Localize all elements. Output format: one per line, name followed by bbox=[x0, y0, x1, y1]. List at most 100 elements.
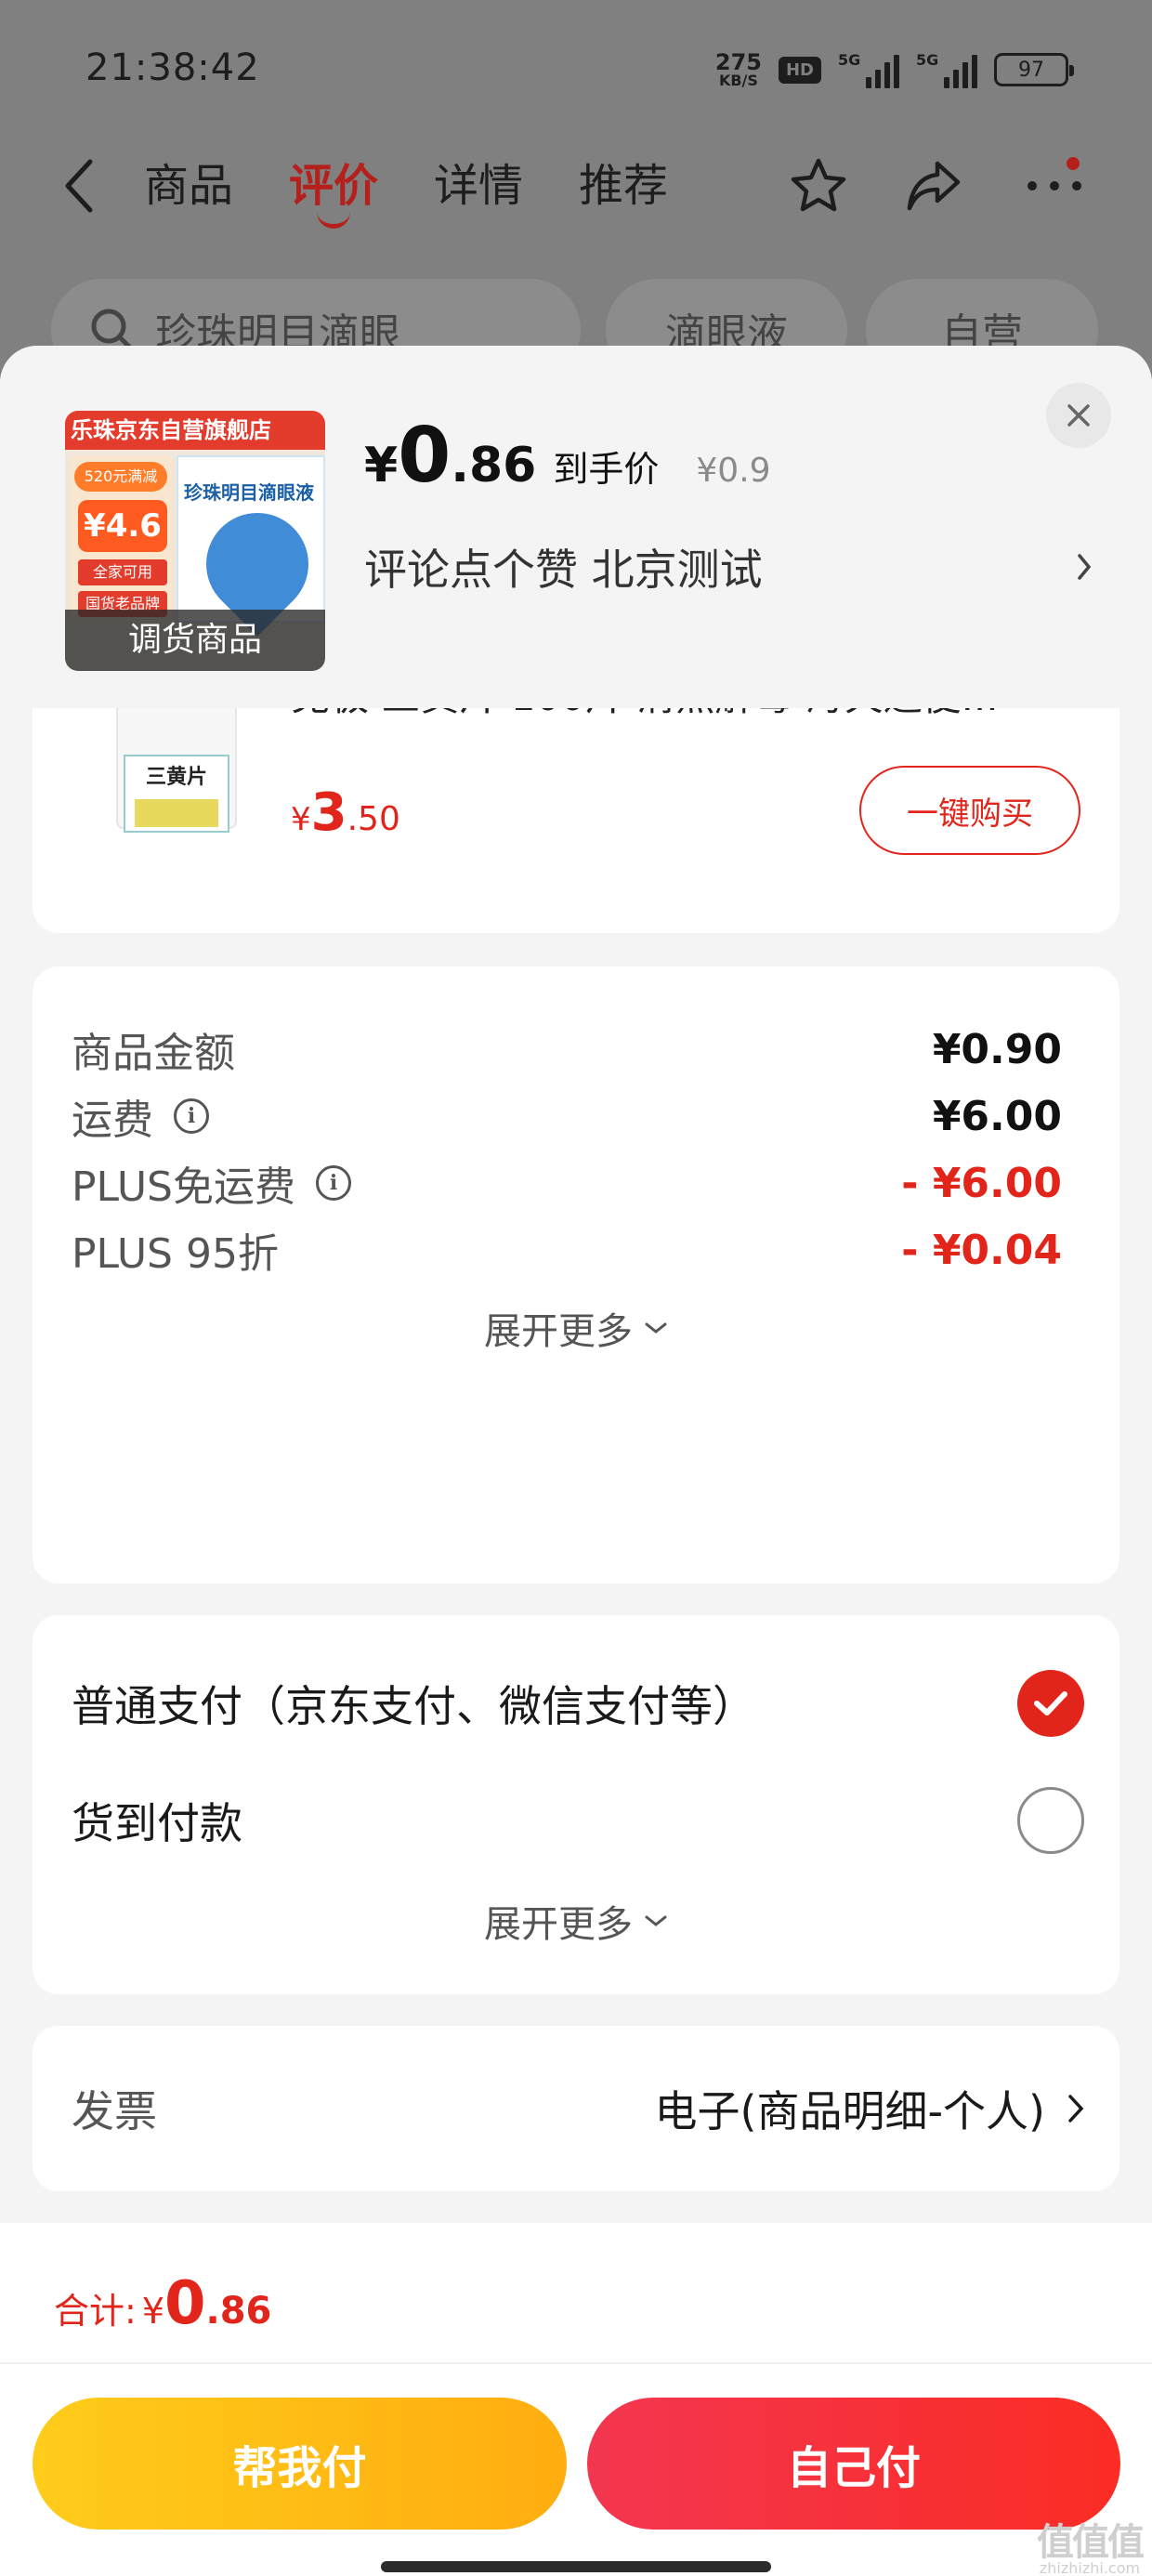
chevron-right-icon bbox=[1070, 548, 1098, 585]
amount-value: - ¥6.00 bbox=[901, 1159, 1062, 1207]
thumbnail-price: ¥4.6 bbox=[78, 500, 167, 552]
amount-row: 运费 i ¥6.00 bbox=[72, 1084, 1062, 1149]
checkout-sheet: 三黄片 免极 三黄片 100片 清热解毒 泻火通便... ¥ 3 .50 一键购… bbox=[0, 346, 1152, 2576]
product-price-dec: .50 bbox=[347, 800, 400, 838]
amount-label: 运费 i bbox=[72, 1086, 209, 1146]
share-icon[interactable] bbox=[901, 153, 966, 218]
info-icon[interactable]: i bbox=[174, 1098, 209, 1134]
total-amount: 合计: ¥ 0 .86 bbox=[54, 2269, 271, 2338]
price-symbol: ¥ bbox=[364, 438, 399, 493]
tab-product[interactable]: 商品 bbox=[144, 158, 233, 214]
chevron-down-icon bbox=[645, 1322, 667, 1334]
expand-more-button[interactable]: 展开更多 bbox=[33, 1894, 1119, 1948]
tab-recommend[interactable]: 推荐 bbox=[579, 158, 668, 214]
payment-option-label: 普通支付（京东支付、微信支付等） bbox=[72, 1681, 755, 1731]
subtitle-text: 评论点个赞 北京测试 bbox=[364, 545, 763, 595]
status-bar: 21:38:42 275 KB/S HD 5G 5G 97 bbox=[0, 0, 1152, 139]
close-icon bbox=[1067, 404, 1090, 427]
original-price: ¥0.9 bbox=[696, 452, 771, 490]
battery-icon: 97 bbox=[994, 53, 1074, 86]
star-icon[interactable] bbox=[786, 153, 851, 218]
more-icon[interactable] bbox=[1022, 153, 1087, 218]
radio-unchecked-icon[interactable] bbox=[1017, 1787, 1084, 1854]
network-speed: 275 KB/S bbox=[715, 51, 762, 88]
tab-reviews[interactable]: 评价 bbox=[289, 158, 378, 229]
product-price-int: 3 bbox=[310, 782, 347, 843]
product-image-label: 三黄片 bbox=[145, 766, 207, 789]
network-speed-unit: KB/S bbox=[718, 72, 758, 89]
amount-value: - ¥0.04 bbox=[901, 1226, 1062, 1274]
amount-row: PLUS 95折 - ¥0.04 bbox=[72, 1217, 1062, 1282]
thumbnail-box-art: 珍珠明目滴眼液 bbox=[177, 455, 325, 637]
total-label: 合计: bbox=[54, 2291, 137, 2332]
hd-icon: HD bbox=[778, 56, 821, 84]
pay-myself-button[interactable]: 自己付 bbox=[587, 2398, 1120, 2530]
payment-method-card: 普通支付（京东支付、微信支付等） 货到付款 展开更多 bbox=[33, 1615, 1119, 1994]
thumbnail-badge: 520元满减 bbox=[74, 462, 167, 492]
watermark-logo: 值值值 bbox=[1037, 2521, 1145, 2564]
product-price: ¥ 3 .50 bbox=[291, 782, 400, 843]
total-symbol: ¥ bbox=[141, 2291, 164, 2332]
watermark: 值值值 zhizhizhi.com bbox=[1037, 2521, 1145, 2576]
chevron-down-icon bbox=[645, 1915, 667, 1926]
divider bbox=[0, 2362, 1152, 2364]
help-me-pay-button[interactable]: 帮我付 bbox=[33, 2398, 567, 2530]
status-icons: 275 KB/S HD 5G 5G 97 bbox=[715, 46, 1074, 93]
thumbnail-tag: 全家可用 bbox=[78, 559, 167, 585]
payment-option-label: 货到付款 bbox=[72, 1798, 242, 1848]
subtitle-row[interactable]: 评论点个赞 北京测试 bbox=[364, 539, 1098, 595]
product-price-symbol: ¥ bbox=[291, 801, 311, 838]
expand-more-label: 展开更多 bbox=[484, 1310, 633, 1353]
radio-checked-icon[interactable] bbox=[1017, 1670, 1084, 1737]
status-time: 21:38:42 bbox=[85, 46, 260, 89]
amount-value: ¥0.90 bbox=[932, 1025, 1062, 1073]
amount-label: PLUS 95折 bbox=[72, 1220, 279, 1280]
price-integer: 0 bbox=[398, 412, 452, 500]
invoice-row[interactable]: 发票 电子(商品明细-个人) bbox=[72, 2067, 1084, 2150]
back-icon[interactable] bbox=[56, 153, 102, 218]
amount-value: ¥6.00 bbox=[932, 1092, 1062, 1140]
chevron-right-icon bbox=[1068, 2095, 1084, 2123]
thumbnail-label: 调货商品 bbox=[65, 610, 325, 671]
amount-summary-card: 商品金额 ¥0.90 运费 i ¥6.00 PLUS免运费 i - ¥6.00 PL… bbox=[33, 966, 1119, 1584]
final-price: ¥ 0 .86 到手价 ¥0.9 bbox=[364, 418, 771, 494]
battery-level: 97 bbox=[1018, 58, 1044, 82]
checkout-footer: 合计: ¥ 0 .86 帮我付 自己付 bbox=[0, 2223, 1152, 2576]
amount-label-text: PLUS免运费 bbox=[72, 1163, 295, 1211]
invoice-label: 发票 bbox=[72, 2086, 157, 2136]
expand-more-label: 展开更多 bbox=[484, 1903, 633, 1946]
one-click-buy-button[interactable]: 一键购买 bbox=[859, 766, 1080, 855]
signal-label: 5G bbox=[838, 51, 861, 69]
price-decimal: .86 bbox=[451, 438, 537, 493]
payment-option[interactable]: 货到付款 bbox=[72, 1779, 1084, 1862]
invoice-value-group: 电子(商品明细-个人) bbox=[655, 2078, 1085, 2139]
total-decimal: .86 bbox=[205, 2290, 272, 2333]
amount-label: PLUS免运费 i bbox=[72, 1153, 351, 1213]
watermark-url: zhizhizhi.com bbox=[1039, 2559, 1141, 2576]
network-speed-value: 275 bbox=[714, 49, 762, 75]
thumbnail-box-title: 珍珠明目滴眼液 bbox=[184, 481, 314, 504]
signal-label-2: 5G bbox=[916, 51, 939, 69]
top-nav: 商品 评价 详情 推荐 bbox=[0, 139, 1152, 232]
signal-icon: 5G bbox=[838, 51, 899, 88]
payment-option[interactable]: 普通支付（京东支付、微信支付等） bbox=[72, 1662, 1084, 1745]
nav-tabs: 商品 评价 详情 推荐 bbox=[144, 158, 668, 229]
sheet-header: 乐珠京东自营旗舰店 520元满减 ¥4.6 全家可用 国货老品牌 珍珠明目滴眼液… bbox=[0, 346, 1152, 708]
price-label: 到手价 bbox=[553, 449, 660, 490]
amount-label-text: 商品金额 bbox=[72, 1030, 235, 1077]
tab-details[interactable]: 详情 bbox=[434, 158, 523, 214]
invoice-card[interactable]: 发票 电子(商品明细-个人) bbox=[33, 2026, 1119, 2191]
thumbnail-store-name: 乐珠京东自营旗舰店 bbox=[65, 411, 325, 450]
amount-label-text: 运费 bbox=[72, 1097, 153, 1144]
total-integer: 0 bbox=[164, 2269, 206, 2338]
expand-more-button[interactable]: 展开更多 bbox=[33, 1301, 1119, 1355]
home-indicator[interactable] bbox=[381, 2561, 771, 2572]
amount-label: 商品金额 bbox=[72, 1019, 235, 1079]
notification-dot bbox=[1067, 157, 1080, 170]
amount-row: 商品金额 ¥0.90 bbox=[72, 1017, 1062, 1082]
signal-icon-2: 5G bbox=[916, 51, 977, 88]
close-button[interactable] bbox=[1046, 383, 1111, 448]
product-thumbnail: 乐珠京东自营旗舰店 520元满减 ¥4.6 全家可用 国货老品牌 珍珠明目滴眼液… bbox=[65, 411, 325, 671]
background-page: 21:38:42 275 KB/S HD 5G 5G 97 商品 评价 详情 推… bbox=[0, 0, 1152, 390]
info-icon[interactable]: i bbox=[316, 1165, 351, 1201]
